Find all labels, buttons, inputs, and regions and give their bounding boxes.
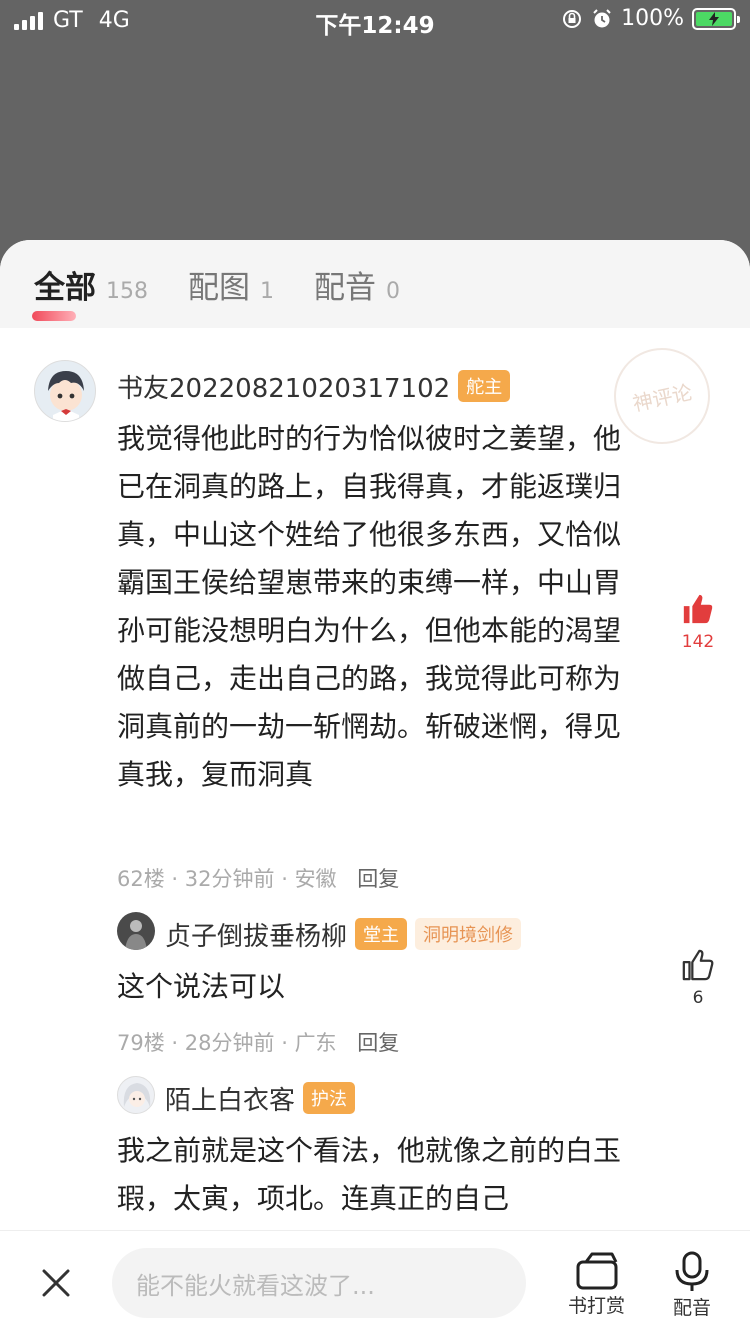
voice-comment-button[interactable]: 配音: [672, 1251, 712, 1320]
meta-dot: ·: [281, 867, 295, 891]
rank-badge: 护法: [303, 1082, 356, 1114]
battery-icon: [692, 7, 740, 30]
tab-active-indicator: [32, 310, 76, 321]
thumbs-up-outline-icon: [682, 949, 714, 981]
book-reward-label: 书打赏: [568, 1295, 626, 1317]
battery-percent: 100%: [621, 6, 684, 31]
avatar[interactable]: [117, 912, 155, 950]
voice-comment-label: 配音: [672, 1297, 711, 1319]
avatar-character-icon: [123, 1083, 151, 1107]
like-count: 6: [692, 988, 704, 1008]
tab-voice[interactable]: 配音 0: [314, 262, 400, 307]
floor-number: 79楼: [117, 1031, 165, 1055]
tab-voice-count: 0: [386, 278, 400, 304]
reply-username[interactable]: 陌上白衣客 护法: [165, 1080, 356, 1117]
comment-input-placeholder: 能不能火就看这波了...: [136, 1271, 375, 1300]
thumbs-up-filled-icon: [683, 594, 713, 624]
comment-location: 安徽: [294, 867, 337, 891]
tab-all[interactable]: 全部 158: [32, 262, 148, 321]
reply-text[interactable]: 这个说法可以: [117, 963, 647, 1011]
reply-meta: 79楼 · 28分钟前 · 广东 回复: [117, 1027, 399, 1057]
reply-username[interactable]: 贞子倒拔垂杨柳 堂主 洞明境剑修: [165, 916, 522, 953]
charging-bolt-icon: [709, 11, 719, 26]
meta-dot: ·: [171, 1031, 185, 1055]
comment-input[interactable]: 能不能火就看这波了...: [112, 1248, 526, 1318]
alarm-clock-icon: [593, 8, 611, 27]
comment-username[interactable]: 书友20220821020317102 舵主: [117, 368, 511, 405]
username-text: 陌上白衣客: [165, 1086, 296, 1116]
username-text: 书友20220821020317102: [117, 374, 451, 404]
status-bar: GT 4G 下午12:49 100%: [0, 0, 750, 40]
like-count: 142: [681, 632, 715, 652]
comment-time: 32分钟前: [184, 867, 275, 891]
tab-voice-label: 配音: [314, 269, 376, 306]
book-reward-button[interactable]: 书打赏: [568, 1251, 625, 1318]
like-button[interactable]: 142: [678, 592, 718, 652]
tab-images-count: 1: [260, 278, 274, 304]
meta-dot: ·: [281, 1031, 295, 1055]
reply-button[interactable]: 回复: [357, 867, 399, 891]
meta-dot: ·: [171, 867, 185, 891]
microphone-icon: [675, 1251, 709, 1291]
username-text: 贞子倒拔垂杨柳: [165, 922, 348, 952]
comment-text[interactable]: 我觉得他此时的行为恰似彼时之姜望，他已在洞真的路上，自我得真，才能返璞归真，中山…: [117, 415, 647, 799]
tab-all-label: 全部: [34, 269, 96, 306]
tab-images-label: 配图: [188, 269, 250, 306]
floor-number: 62楼: [117, 867, 165, 891]
avatar-boy-icon: [48, 371, 84, 421]
watermark-text: 神评论: [630, 379, 695, 416]
rank-badge: 堂主: [355, 918, 408, 950]
comment-meta: 62楼 · 32分钟前 · 安徽 回复: [117, 863, 399, 893]
tab-images[interactable]: 配图 1: [188, 262, 274, 307]
bottom-input-bar: 能不能火就看这波了... 书打赏 配音: [0, 1230, 750, 1334]
gift-bag-icon: [576, 1252, 617, 1290]
reply-text[interactable]: 我之前就是这个看法，他就像之前的白玉瑕，太寅，项北。连真正的自己: [117, 1127, 647, 1223]
title-badge: 洞明境剑修: [415, 918, 522, 950]
battery-fill: [696, 11, 732, 26]
comment-sheet: 全部 158 配图 1 配音 0 神评论 书友20220821020317102…: [0, 240, 750, 1334]
comment-location: 广东: [294, 1031, 337, 1055]
comment-tabs: 全部 158 配图 1 配音 0: [0, 240, 750, 328]
avatar-figure-icon: [125, 920, 147, 950]
orientation-lock-icon: [563, 9, 582, 28]
avatar[interactable]: [117, 1076, 155, 1114]
close-button[interactable]: [38, 1265, 74, 1301]
comment-time: 28分钟前: [184, 1031, 275, 1055]
rank-badge: 舵主: [458, 370, 511, 402]
avatar[interactable]: [34, 360, 96, 422]
close-icon: [42, 1269, 70, 1297]
tab-all-count: 158: [106, 278, 148, 304]
status-right: 100%: [561, 6, 740, 31]
like-button[interactable]: 6: [678, 948, 718, 1008]
reply-button[interactable]: 回复: [357, 1031, 399, 1055]
